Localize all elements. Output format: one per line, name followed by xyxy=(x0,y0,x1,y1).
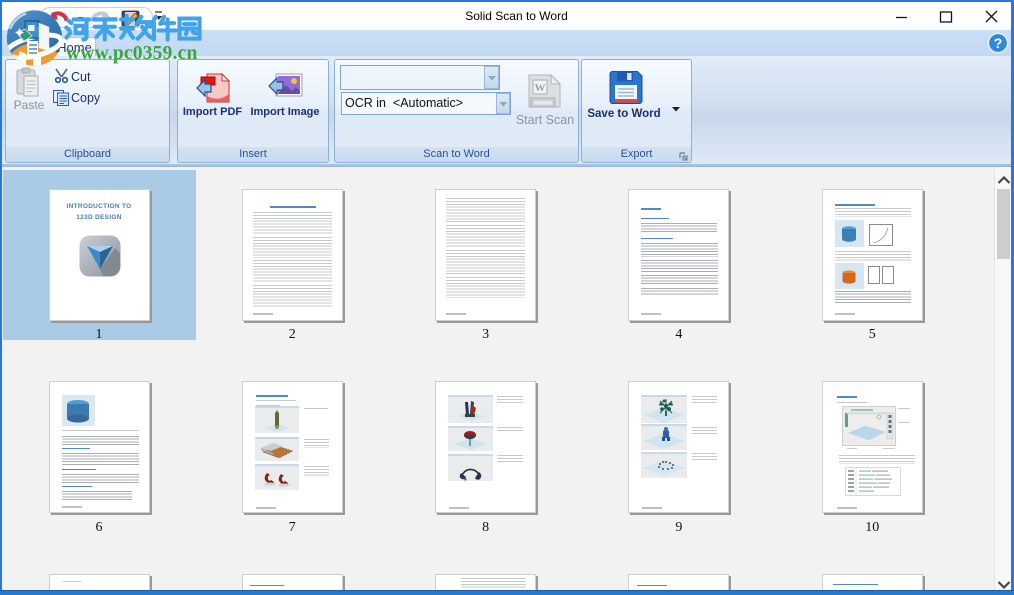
svg-text:W: W xyxy=(535,82,546,94)
svg-text:?: ? xyxy=(994,35,1003,51)
